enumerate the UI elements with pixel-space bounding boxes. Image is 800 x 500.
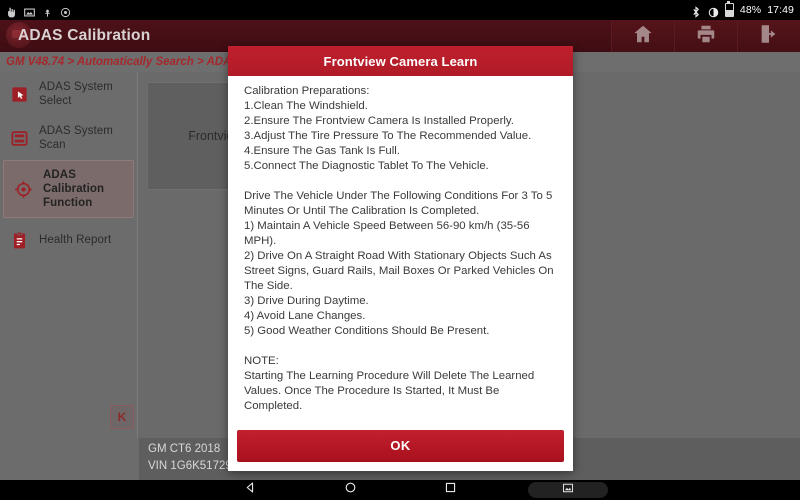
brightness-icon bbox=[708, 5, 719, 17]
page-title: ADAS Calibration bbox=[18, 27, 151, 44]
nav-back-button[interactable] bbox=[200, 480, 300, 500]
status-bar-right-icons: 48% 17:49 bbox=[691, 1, 794, 18]
drive-condition: 4) Avoid Lane Changes. bbox=[244, 310, 366, 323]
drive-condition: 2) Drive On A Straight Road With Station… bbox=[244, 249, 554, 293]
nav-recents-button[interactable] bbox=[400, 480, 500, 500]
note-text: Starting The Learning Procedure Will Del… bbox=[244, 369, 535, 412]
status-bar-left-icons bbox=[6, 5, 71, 17]
prep-step: 5.Connect The Diagnostic Tablet To The V… bbox=[244, 160, 489, 173]
android-nav-bar bbox=[0, 480, 800, 500]
dialog-title: Frontview Camera Learn bbox=[228, 46, 573, 76]
prep-step: 2.Ensure The Frontview Camera Is Install… bbox=[244, 115, 514, 128]
touch-pointer-icon bbox=[6, 5, 17, 17]
drive-condition: 3) Drive During Daytime. bbox=[244, 295, 369, 308]
prep-step: 1.Clean The Windshield. bbox=[244, 100, 368, 113]
nav-home-button[interactable] bbox=[300, 480, 400, 500]
home-circle-icon bbox=[344, 481, 357, 499]
android-status-bar: 48% 17:49 bbox=[0, 0, 800, 20]
settings-gear-icon bbox=[60, 5, 71, 17]
screenshot-icon bbox=[24, 5, 35, 16]
bluetooth-icon bbox=[691, 5, 702, 18]
drive-condition: 1) Maintain A Vehicle Speed Between 56-9… bbox=[244, 219, 530, 247]
battery-icon bbox=[724, 1, 734, 17]
frontview-camera-learn-dialog: Frontview Camera Learn Calibration Prepa… bbox=[228, 46, 573, 471]
prep-step: 3.Adjust The Tire Pressure To The Recomm… bbox=[244, 130, 532, 143]
clock-label: 17:49 bbox=[767, 3, 794, 16]
battery-percent-label: 48% bbox=[739, 3, 762, 16]
recents-square-icon bbox=[444, 481, 457, 499]
drive-condition: 5) Good Weather Conditions Should Be Pre… bbox=[244, 325, 490, 338]
dialog-body: Calibration Preparations: 1.Clean The Wi… bbox=[228, 76, 573, 424]
note-heading: NOTE: bbox=[244, 354, 279, 367]
drive-intro: Drive The Vehicle Under The Following Co… bbox=[244, 189, 553, 217]
dialog-footer: OK bbox=[228, 423, 573, 471]
tablet-screen: 48% 17:49 ADAS Calibration GM V48.74 > A… bbox=[0, 0, 800, 500]
nav-screenshot-button[interactable] bbox=[528, 482, 608, 498]
modal-layer: Frontview Camera Learn Calibration Prepa… bbox=[0, 20, 800, 480]
back-triangle-icon bbox=[244, 481, 257, 499]
prep-heading: Calibration Preparations: bbox=[244, 85, 370, 97]
prep-step: 4.Ensure The Gas Tank Is Full. bbox=[244, 145, 400, 158]
usb-icon bbox=[42, 5, 53, 17]
screenshot-image-icon bbox=[562, 481, 574, 499]
ok-button[interactable]: OK bbox=[237, 429, 564, 462]
